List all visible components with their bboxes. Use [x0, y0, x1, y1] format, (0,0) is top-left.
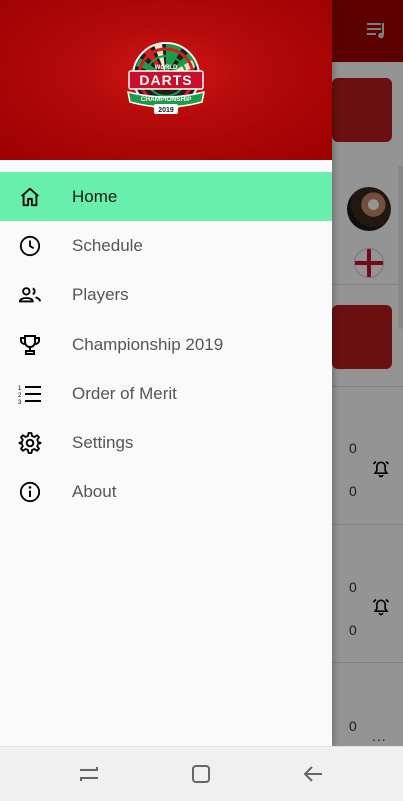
drawer-header: WORLD DARTS CHAMPIONSHIP 2019	[0, 0, 332, 160]
svg-text:1: 1	[18, 386, 22, 392]
drawer-item-label: Players	[72, 285, 129, 305]
drawer-item-label: Order of Merit	[72, 383, 177, 403]
drawer-item-label: Settings	[72, 433, 134, 453]
drawer-item-championship[interactable]: Championship 2019	[0, 320, 332, 369]
drawer-item-settings[interactable]: Settings	[0, 418, 332, 467]
drawer-item-label: Championship 2019	[72, 334, 224, 354]
logo-year-text: 2019	[158, 107, 174, 114]
drawer-menu: Home Schedule Players Championship 2019 …	[0, 172, 332, 517]
navigation-drawer: WORLD DARTS CHAMPIONSHIP 2019 Home Sched…	[0, 0, 332, 746]
back-icon[interactable]	[301, 762, 325, 786]
system-navigation-bar	[0, 746, 403, 801]
info-icon	[18, 480, 42, 504]
logo-main-text: DARTS	[139, 72, 192, 88]
drawer-item-players[interactable]: Players	[0, 271, 332, 320]
drawer-item-label: About	[72, 482, 117, 502]
svg-text:2: 2	[18, 393, 22, 399]
clock-icon	[18, 234, 42, 258]
drawer-item-order-of-merit[interactable]: 123 Order of Merit	[0, 369, 332, 418]
drawer-item-about[interactable]: About	[0, 468, 332, 517]
gear-icon	[18, 431, 42, 455]
logo-banner-text: CHAMPIONSHIP	[141, 96, 192, 103]
people-icon	[18, 283, 42, 307]
recent-apps-icon[interactable]	[77, 762, 101, 786]
home-button-icon[interactable]	[189, 762, 213, 786]
drawer-item-label: Home	[72, 186, 118, 206]
drawer-item-schedule[interactable]: Schedule	[0, 221, 332, 270]
home-icon	[18, 185, 42, 209]
ordered-list-icon: 123	[18, 382, 42, 406]
world-darts-championship-logo: WORLD DARTS CHAMPIONSHIP 2019	[127, 42, 205, 114]
drawer-item-label: Schedule	[72, 235, 143, 255]
svg-text:3: 3	[18, 400, 22, 405]
drawer-item-home[interactable]: Home	[0, 172, 332, 222]
logo-top-text: WORLD	[155, 65, 178, 71]
trophy-icon	[18, 333, 42, 357]
